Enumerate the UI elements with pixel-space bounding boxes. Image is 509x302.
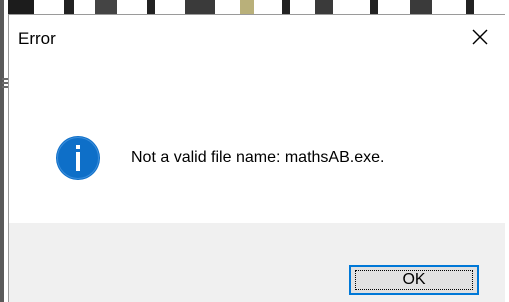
background-window-edge [0,0,8,302]
dialog-message: Not a valid file name: mathsAB.exe. [131,149,385,166]
info-icon [55,135,101,186]
screen: Error Not a valid file name: mathsAB.exe… [0,0,509,302]
ok-button-label: OK [402,271,426,288]
background-window-strip [0,0,509,14]
close-button[interactable] [465,22,495,52]
dialog-footer: OK [9,223,505,302]
error-dialog: Error Not a valid file name: mathsAB.exe… [8,14,505,302]
dialog-content: Not a valid file name: mathsAB.exe. [9,55,505,223]
dialog-title: Error [18,29,56,48]
close-icon [472,29,488,45]
dialog-titlebar[interactable]: Error [9,15,505,55]
ok-button[interactable]: OK [349,265,479,295]
